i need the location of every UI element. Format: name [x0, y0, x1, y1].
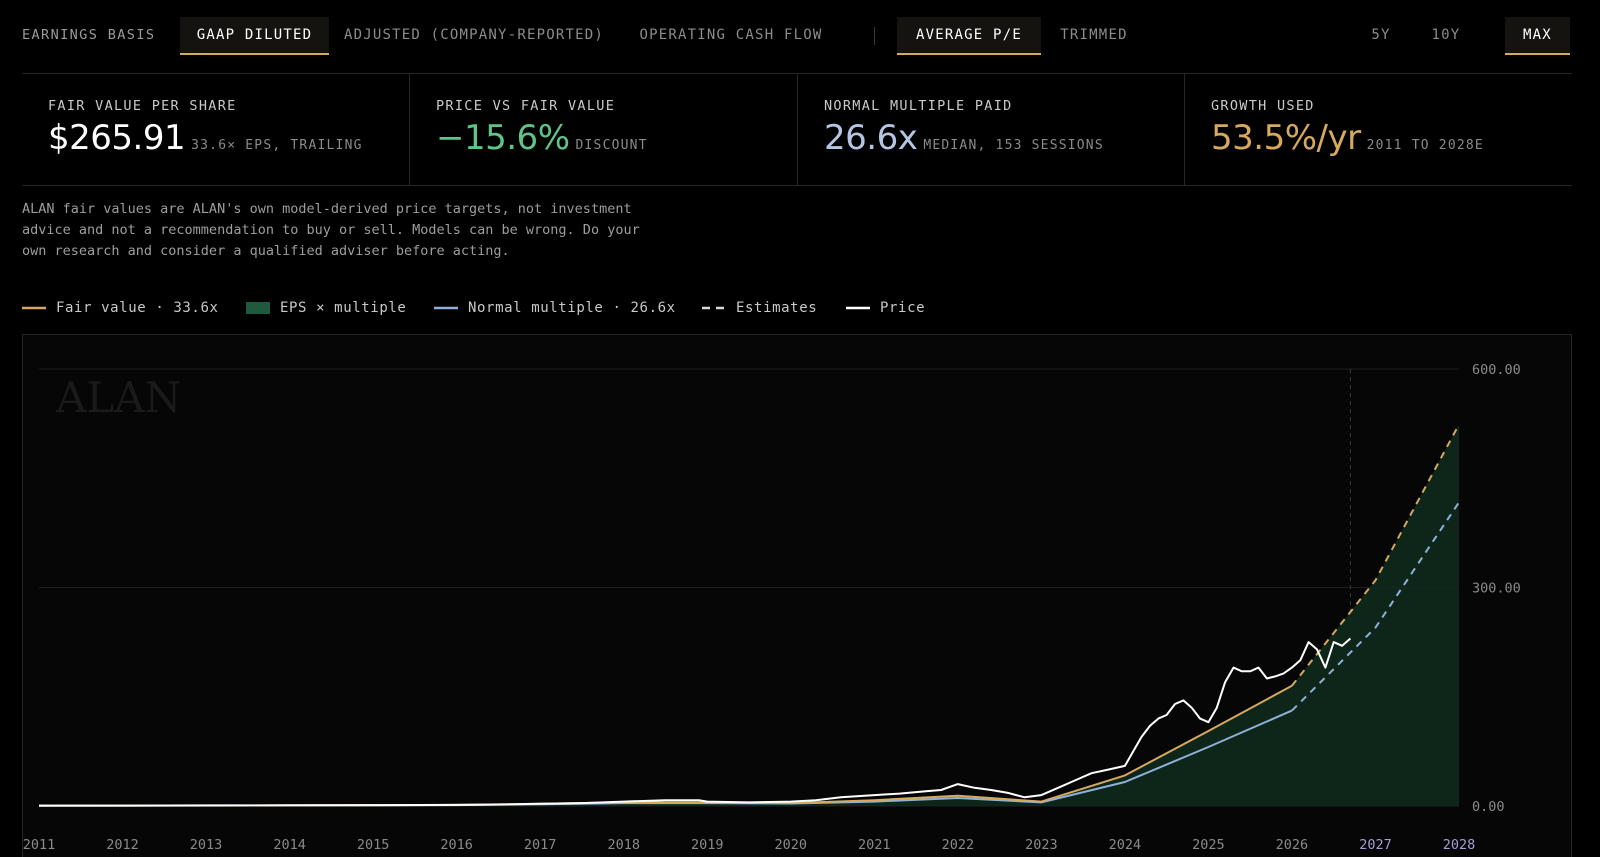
- x-tick-label: 2026: [1276, 837, 1309, 853]
- y-tick-label: 300.00: [1472, 581, 1521, 597]
- fair-value-chart[interactable]: ALAN 600.00300.000.00 2011 2012 2013 2014 20…: [0, 0, 1600, 857]
- x-tick-label: 2011: [23, 837, 56, 853]
- y-axis-ticks: 600.00 300.00 0.00: [1472, 362, 1521, 815]
- x-tick-label: 2015: [357, 837, 390, 853]
- x-tick-label: 2020: [775, 837, 808, 853]
- y-tick-label: 0.00: [1472, 799, 1505, 815]
- y-tick-label: 600.00: [1472, 362, 1521, 378]
- area-fill: [39, 424, 1459, 806]
- x-tick-label: 2022: [942, 837, 975, 853]
- x-tick-label: 2012: [106, 837, 139, 853]
- x-tick-label: 2028: [1443, 837, 1476, 853]
- x-tick-label: 2023: [1025, 837, 1058, 853]
- x-tick-label: 2024: [1109, 837, 1142, 853]
- eps-multiple-area: [39, 424, 1459, 806]
- x-tick-label: 2027: [1359, 837, 1392, 853]
- x-tick-label: 2016: [440, 837, 473, 853]
- x-tick-label: 2021: [858, 837, 891, 853]
- x-tick-label: 2013: [190, 837, 223, 853]
- x-tick-label: 2019: [691, 837, 724, 853]
- x-axis-ticks: 2011 2012 2013 2014 2015 2016 2017 2018 2019 2020…: [23, 837, 1476, 853]
- x-tick-label: 2014: [273, 837, 306, 853]
- x-tick-label: 2018: [607, 837, 640, 853]
- x-tick-label: 2017: [524, 837, 557, 853]
- x-tick-label: 2025: [1192, 837, 1225, 853]
- chart-watermark: ALAN: [55, 373, 181, 422]
